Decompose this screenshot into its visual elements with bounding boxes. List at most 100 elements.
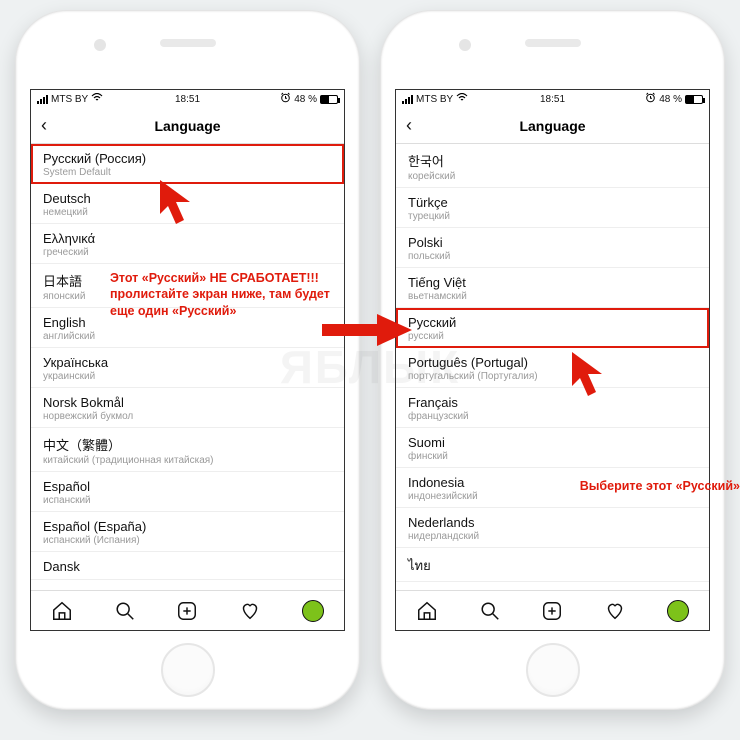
- battery-pct-label: 48 %: [294, 94, 317, 105]
- language-subtitle: польский: [408, 251, 697, 262]
- language-row[interactable]: Türkçeтурецкий: [396, 188, 709, 228]
- language-row[interactable]: Indonesiaиндонезийский: [396, 468, 709, 508]
- language-subtitle: греческий: [43, 247, 332, 258]
- language-subtitle: вьетнамский: [408, 291, 697, 302]
- tab-bar: [396, 590, 709, 630]
- language-row[interactable]: Suomiфинский: [396, 428, 709, 468]
- language-row[interactable]: Dansk: [31, 552, 344, 580]
- language-subtitle: английский: [43, 331, 332, 342]
- language-subtitle: португальский (Португалия): [408, 371, 697, 382]
- language-title: 中文（繁體）: [43, 435, 332, 454]
- language-subtitle: System Default: [43, 167, 332, 178]
- alarm-icon: [645, 92, 656, 106]
- language-title: Polski: [408, 235, 697, 250]
- profile-avatar[interactable]: [667, 600, 689, 622]
- language-subtitle: испанский: [43, 495, 332, 506]
- page-title: Language: [154, 118, 220, 134]
- language-subtitle: японский: [43, 291, 332, 302]
- phone-camera: [94, 39, 106, 51]
- language-row[interactable]: Español (España)испанский (Испания): [31, 512, 344, 552]
- signal-icon: [402, 95, 413, 104]
- language-row[interactable]: Españolиспанский: [31, 472, 344, 512]
- screen: MTS BY 18:51 48 % ‹ Language 한국: [395, 89, 710, 631]
- language-row[interactable]: Englishанглийский: [31, 308, 344, 348]
- clock-label: 18:51: [540, 94, 565, 105]
- language-row[interactable]: Українськаукраинский: [31, 348, 344, 388]
- language-title: Dansk: [43, 559, 332, 574]
- tab-bar: [31, 590, 344, 630]
- language-row[interactable]: 한국어корейский: [396, 144, 709, 188]
- language-row[interactable]: Deutschнемецкий: [31, 184, 344, 224]
- nav-header: ‹ Language: [396, 108, 709, 144]
- heart-icon[interactable]: [604, 600, 626, 622]
- language-subtitle: китайский (традиционная китайская): [43, 455, 332, 466]
- search-icon[interactable]: [479, 600, 501, 622]
- language-list[interactable]: 한국어корейскийTürkçeтурецкийPolskiпольский…: [396, 144, 709, 590]
- alarm-icon: [280, 92, 291, 106]
- language-title: Türkçe: [408, 195, 697, 210]
- language-row[interactable]: 中文（繁體）китайский (традиционная китайская): [31, 428, 344, 472]
- language-subtitle: французский: [408, 411, 697, 422]
- signal-icon: [37, 95, 48, 104]
- language-title: Français: [408, 395, 697, 410]
- battery-icon: [685, 95, 703, 104]
- phone-speaker: [160, 39, 216, 47]
- language-list[interactable]: Русский (Россия)System DefaultDeutschнем…: [31, 144, 344, 590]
- phone-speaker: [525, 39, 581, 47]
- language-title: Suomi: [408, 435, 697, 450]
- language-row[interactable]: Polskiпольский: [396, 228, 709, 268]
- home-icon[interactable]: [51, 600, 73, 622]
- language-title: ไทย: [408, 555, 697, 576]
- language-subtitle: норвежский букмол: [43, 411, 332, 422]
- language-row[interactable]: Nederlandsнидерландский: [396, 508, 709, 548]
- language-title: Português (Portugal): [408, 355, 697, 370]
- language-title: Norsk Bokmål: [43, 395, 332, 410]
- add-icon[interactable]: [541, 600, 563, 622]
- phone-mock-right: MTS BY 18:51 48 % ‹ Language 한국: [380, 10, 725, 710]
- status-bar: MTS BY 18:51 48 %: [396, 90, 709, 108]
- language-subtitle: русский: [408, 331, 697, 342]
- add-icon[interactable]: [176, 600, 198, 622]
- language-title: Español: [43, 479, 332, 494]
- language-title: English: [43, 315, 332, 330]
- language-title: Русский: [408, 315, 697, 330]
- profile-avatar[interactable]: [302, 600, 324, 622]
- wifi-icon: [456, 93, 468, 105]
- language-row[interactable]: Tiếng Việtвьетнамский: [396, 268, 709, 308]
- language-title: 한국어: [408, 151, 697, 170]
- page-title: Language: [519, 118, 585, 134]
- language-row[interactable]: Françaisфранцузский: [396, 388, 709, 428]
- language-subtitle: индонезийский: [408, 491, 697, 502]
- home-button[interactable]: [526, 643, 580, 697]
- language-title: Українська: [43, 355, 332, 370]
- language-subtitle: немецкий: [43, 207, 332, 218]
- home-button[interactable]: [161, 643, 215, 697]
- language-subtitle: украинский: [43, 371, 332, 382]
- language-row[interactable]: ไทย: [396, 548, 709, 582]
- language-title: Español (España): [43, 519, 332, 534]
- language-row[interactable]: Português (Portugal)португальский (Порту…: [396, 348, 709, 388]
- language-subtitle: финский: [408, 451, 697, 462]
- back-chevron-icon[interactable]: ‹: [41, 115, 47, 136]
- language-subtitle: нидерландский: [408, 531, 697, 542]
- wifi-icon: [91, 93, 103, 105]
- language-row[interactable]: Русский (Россия)System Default: [31, 144, 344, 184]
- language-title: Nederlands: [408, 515, 697, 530]
- clock-label: 18:51: [175, 94, 200, 105]
- language-title: 日本語: [43, 271, 332, 290]
- back-chevron-icon[interactable]: ‹: [406, 115, 412, 136]
- language-row[interactable]: Norsk Bokmålнорвежский букмол: [31, 388, 344, 428]
- language-row[interactable]: 日本語японский: [31, 264, 344, 308]
- language-subtitle: испанский (Испания): [43, 535, 332, 546]
- search-icon[interactable]: [114, 600, 136, 622]
- language-subtitle: турецкий: [408, 211, 697, 222]
- carrier-label: MTS BY: [51, 94, 88, 105]
- language-row[interactable]: Ελληνικάгреческий: [31, 224, 344, 264]
- heart-icon[interactable]: [239, 600, 261, 622]
- home-icon[interactable]: [416, 600, 438, 622]
- phone-mock-left: MTS BY 18:51 48 % ‹ Language Ру: [15, 10, 360, 710]
- language-row[interactable]: Русскийрусский: [396, 308, 709, 348]
- carrier-label: MTS BY: [416, 94, 453, 105]
- language-title: Indonesia: [408, 475, 697, 490]
- language-title: Русский (Россия): [43, 151, 332, 166]
